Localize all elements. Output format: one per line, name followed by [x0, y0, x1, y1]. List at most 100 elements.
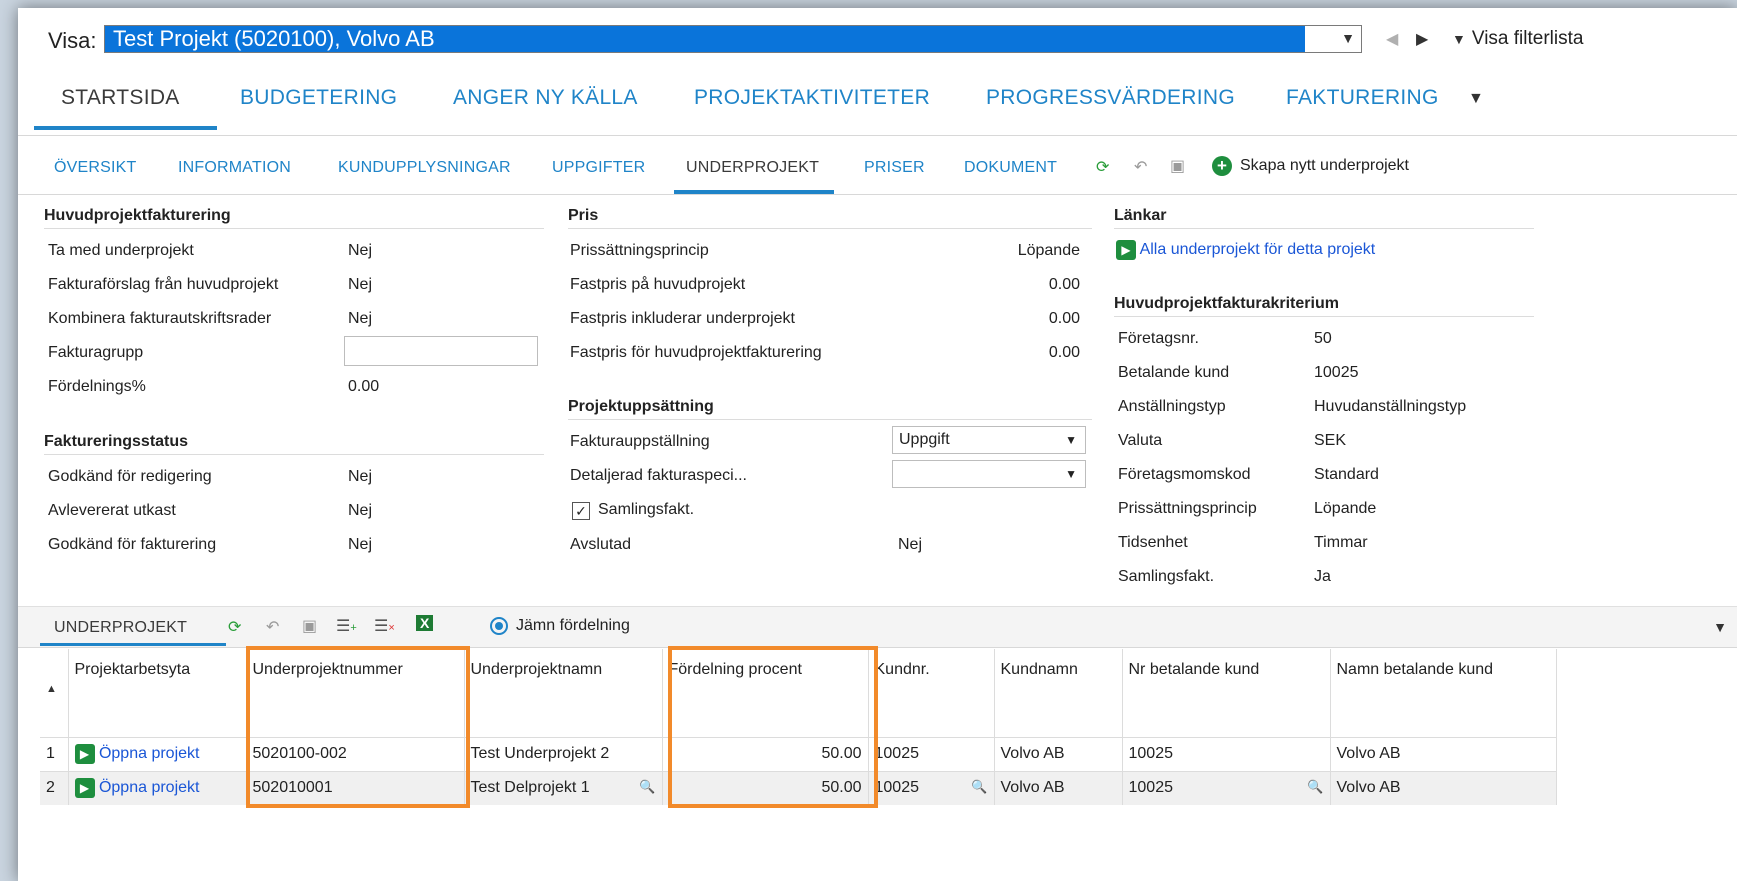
refresh-icon[interactable]: ⟳ — [228, 617, 241, 637]
tab-anger-ny-kalla[interactable]: ANGER NY KÄLLA — [453, 86, 638, 110]
value-fakturaforslag: Nej — [348, 276, 373, 293]
open-project-link[interactable]: Öppna projekt — [99, 745, 200, 762]
detaljerad-fakturaspec-select[interactable]: ▼ — [892, 460, 1086, 488]
open-project-cell[interactable]: ▶ Öppna projekt — [68, 736, 247, 771]
cell-nr-betalande-kund[interactable]: 10025 🔍 — [1122, 770, 1331, 805]
dropdown-arrow-icon[interactable]: ▼ — [1341, 30, 1355, 46]
label-fakturagrupp: Fakturagrupp — [48, 344, 144, 361]
label-samlingsfakt: Samlingsfakt. — [598, 501, 695, 518]
col-header-nr-betalande-kund[interactable]: Nr betalande kund — [1122, 649, 1331, 737]
even-distribution-button[interactable]: Jämn fördelning — [490, 617, 630, 635]
value-kombinera: Nej — [348, 310, 373, 327]
app-window: Visa: Test Projekt (5020100), Volvo AB ▼… — [18, 8, 1737, 881]
tab-budgetering[interactable]: BUDGETERING — [240, 86, 397, 110]
subtab-dokument[interactable]: DOKUMENT — [964, 159, 1057, 177]
value-avslutad: Nej — [898, 536, 923, 553]
value-fordelnings: 0.00 — [348, 378, 380, 395]
cell-kundnr[interactable]: 10025 🔍 — [868, 770, 995, 805]
label-fordelnings: Fördelnings% — [48, 378, 146, 395]
samlingsfakt-checkbox[interactable]: ✓ — [572, 502, 590, 520]
tab-underprojekt-grid[interactable]: UNDERPROJEKT — [54, 619, 187, 637]
cell-kundnamn[interactable]: Volvo AB — [994, 770, 1123, 805]
all-subprojects-label: Alla underprojekt för detta projekt — [1139, 241, 1376, 259]
label-godkand-fakturering: Godkänd för fakturering — [48, 536, 217, 553]
value-fastpris-huvudprojekt: 0.00 — [1048, 276, 1080, 293]
tab-startsida[interactable]: STARTSIDA — [61, 86, 180, 110]
cell-kundnr[interactable]: 10025 — [868, 736, 995, 771]
cell-underprojektnamn[interactable]: Test Underprojekt 2 — [464, 736, 663, 771]
sort-ascending-icon[interactable]: ▲ — [46, 683, 62, 695]
undo-icon[interactable]: ↶ — [1134, 157, 1147, 177]
label-betalande-kund: Betalande kund — [1118, 364, 1230, 381]
excel-export-icon[interactable]: X — [416, 615, 434, 631]
value-ta-med-underprojekt: Nej — [348, 242, 373, 259]
fakturagrupp-input[interactable] — [344, 336, 538, 366]
cell-nr-betalande-kund[interactable]: 10025 — [1122, 736, 1331, 771]
create-subproject-button[interactable]: + Skapa nytt underprojekt — [1212, 156, 1409, 176]
refresh-icon[interactable]: ⟳ — [1096, 157, 1109, 177]
lookup-icon[interactable]: 🔍 — [1307, 779, 1323, 795]
nav-prev-icon[interactable]: ◀ — [1386, 29, 1398, 49]
delete-row-icon[interactable]: ☰× — [374, 616, 395, 636]
save-icon[interactable]: ▣ — [302, 616, 317, 636]
sub-tabs: ÖVERSIKT INFORMATION KUNDUPPLYSNINGAR UP… — [18, 143, 1737, 195]
filter-list-label: Visa filterlista — [1471, 28, 1584, 49]
nav-next-icon[interactable]: ▶ — [1416, 29, 1428, 49]
fakturauppstallning-select[interactable]: Uppgift ▼ — [892, 426, 1086, 454]
cell-namn-betalande-kund[interactable]: Volvo AB — [1330, 736, 1557, 771]
label-kombinera: Kombinera fakturautskriftsrader — [48, 310, 272, 327]
subtab-oversikt[interactable]: ÖVERSIKT — [54, 159, 137, 177]
dropdown-arrow-icon: ▼ — [1065, 467, 1077, 481]
value-avlevererat-utkast: Nej — [348, 502, 373, 519]
add-row-icon[interactable]: ☰+ — [336, 616, 357, 636]
cell-namn-betalande-kund[interactable]: Volvo AB — [1330, 770, 1557, 805]
subtab-information[interactable]: INFORMATION — [178, 159, 291, 177]
section-divider — [568, 228, 1092, 229]
col-header-kundnr[interactable]: Kundnr. — [868, 649, 995, 737]
lookup-icon[interactable]: 🔍 — [639, 779, 655, 795]
show-filter-list-button[interactable]: ▼ Visa filterlista — [1452, 28, 1583, 50]
value-prissattningsprincip-kriterium: Löpande — [1314, 500, 1377, 517]
chevron-down-icon: ▼ — [1452, 31, 1466, 47]
subtab-uppgifter[interactable]: UPPGIFTER — [552, 159, 645, 177]
section-title-pris: Pris — [568, 207, 599, 224]
label-fastpris-huvudfakt: Fastpris för huvudprojektfakturering — [570, 344, 822, 361]
value-fastpris-huvudfakt: 0.00 — [1048, 344, 1080, 361]
sort-column[interactable]: ▲ — [40, 649, 69, 737]
visa-select[interactable]: Test Projekt (5020100), Volvo AB ▼ — [104, 25, 1362, 53]
col-header-namn-betalande-kund[interactable]: Namn betalande kund — [1330, 649, 1557, 737]
more-tabs-icon[interactable]: ▼ — [1468, 90, 1484, 108]
tab-fakturering[interactable]: FAKTURERING — [1286, 86, 1439, 110]
even-distribution-label: Jämn fördelning — [516, 617, 630, 634]
section-divider — [44, 228, 544, 229]
active-tab-indicator — [34, 126, 217, 130]
lookup-icon[interactable]: 🔍 — [971, 779, 987, 795]
tab-projektaktiviteter[interactable]: PROJEKTAKTIVITETER — [694, 86, 930, 110]
visa-row: Visa: Test Projekt (5020100), Volvo AB ▼… — [18, 22, 1737, 56]
cell-kundnamn[interactable]: Volvo AB — [994, 736, 1123, 771]
subproject-grid-toolbar: UNDERPROJEKT ⟳ ↶ ▣ ☰+ ☰× X Jämn fördelni… — [18, 606, 1737, 648]
save-icon[interactable]: ▣ — [1170, 156, 1185, 176]
col-header-projektarbetsyta[interactable]: Projektarbetsyta — [68, 649, 247, 737]
subtab-kundupplysningar[interactable]: KUNDUPPLYSNINGAR — [338, 159, 511, 177]
undo-icon[interactable]: ↶ — [266, 617, 279, 637]
col-header-underprojektnamn[interactable]: Underprojektnamn — [464, 649, 663, 737]
all-subprojects-link[interactable]: ▶ Alla underprojekt för detta projekt — [1116, 240, 1375, 260]
open-project-cell[interactable]: ▶ Öppna projekt — [68, 770, 247, 805]
subtab-underprojekt[interactable]: UNDERPROJEKT — [686, 159, 819, 177]
value-samlingsfakt-kriterium: Ja — [1314, 568, 1331, 585]
col-header-kundnamn[interactable]: Kundnamn — [994, 649, 1123, 737]
active-grid-tab-indicator — [40, 643, 226, 646]
subtab-priser[interactable]: PRISER — [864, 159, 925, 177]
main-tabs: STARTSIDA BUDGETERING ANGER NY KÄLLA PRO… — [18, 86, 1737, 136]
section-title-fakturakriterium: Huvudprojektfakturakriterium — [1114, 295, 1339, 312]
label-samlingsfakt-kriterium: Samlingsfakt. — [1118, 568, 1215, 585]
label-prissattningsprincip: Prissättningsprincip — [570, 242, 709, 259]
section-divider — [1114, 316, 1534, 317]
value-foretagsmomskod: Standard — [1314, 466, 1379, 483]
open-project-link[interactable]: Öppna projekt — [99, 779, 200, 796]
tab-progressvardering[interactable]: PROGRESSVÄRDERING — [986, 86, 1235, 110]
cell-underprojektnamn[interactable]: Test Delprojekt 1 🔍 — [464, 770, 663, 805]
chevron-down-icon[interactable]: ▼ — [1713, 619, 1727, 635]
section-divider — [568, 419, 1092, 420]
